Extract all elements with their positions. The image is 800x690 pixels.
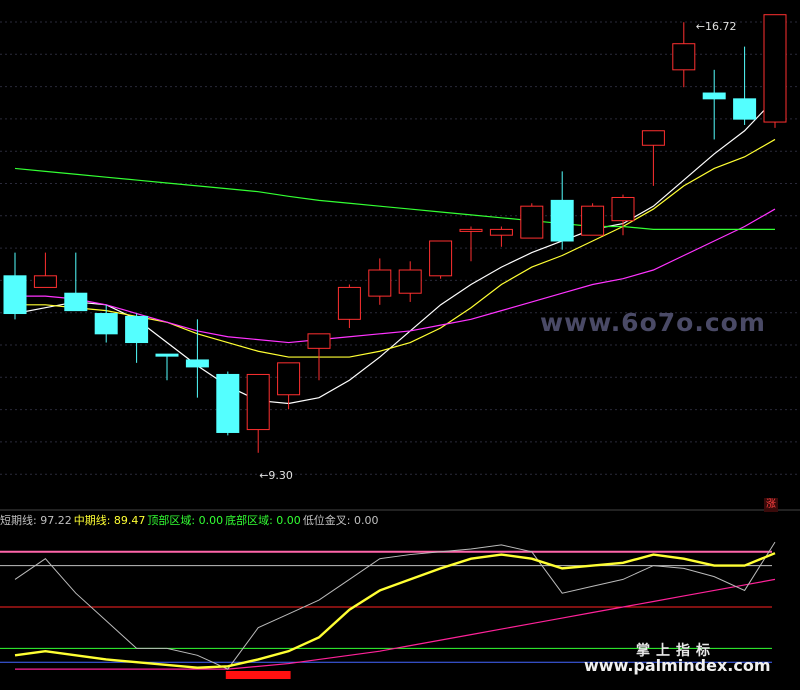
watermark-site1: www.6o7o.com <box>540 308 766 337</box>
low-price-label: ←9.30 <box>259 469 293 482</box>
candle-body <box>398 269 422 294</box>
indicator-legend: 短期线: 97.22 中期线: 89.47 顶部区域: 0.00 底部区域: 0.00… <box>0 512 381 528</box>
candle-body <box>733 98 757 120</box>
candle-body <box>337 286 361 320</box>
candle-body <box>3 275 27 315</box>
candle-body <box>702 92 726 100</box>
candle-body <box>277 362 301 396</box>
candle-body <box>550 199 574 242</box>
candle-body <box>581 205 605 236</box>
candle-body <box>520 205 544 239</box>
legend-item-3: 顶部区域: 0.00 <box>147 514 224 527</box>
candle-body <box>33 275 57 288</box>
watermark-site2: www.palmindex.com <box>584 656 771 675</box>
candle-body <box>763 14 787 123</box>
candle-body <box>672 43 696 71</box>
high-price-label: ←16.72 <box>696 20 737 33</box>
candle-body <box>368 269 392 297</box>
candle-body <box>489 228 513 236</box>
candle-body <box>429 240 453 277</box>
candle-body <box>246 373 270 431</box>
candle-body <box>641 130 665 146</box>
candle-body <box>611 196 635 222</box>
bottom-signal-bar <box>225 671 291 679</box>
candle-body <box>125 315 149 344</box>
legend-item-4: 底部区域: 0.00 <box>225 514 301 527</box>
candle-body <box>185 359 209 368</box>
candle-body <box>459 228 483 232</box>
candlestick-chart: ←16.72 ←9.30 <box>0 14 800 679</box>
candle-body <box>64 292 88 312</box>
candle-body <box>155 353 179 357</box>
flag-icon[interactable]: 涨 <box>764 498 778 512</box>
legend-item-2: 中期线: 89.47 <box>73 514 146 527</box>
legend-item-1: 短期线: 97.22 <box>0 514 72 527</box>
candle-body <box>307 333 331 349</box>
candle-body <box>216 373 240 433</box>
legend-item-5: 低位金叉: 0.00 <box>302 514 379 527</box>
candle-body <box>94 313 118 335</box>
chart-stage: ←16.72 ←9.30 短期线: 97.22 中期线: 89.47 顶部区域: 0.… <box>0 0 800 690</box>
